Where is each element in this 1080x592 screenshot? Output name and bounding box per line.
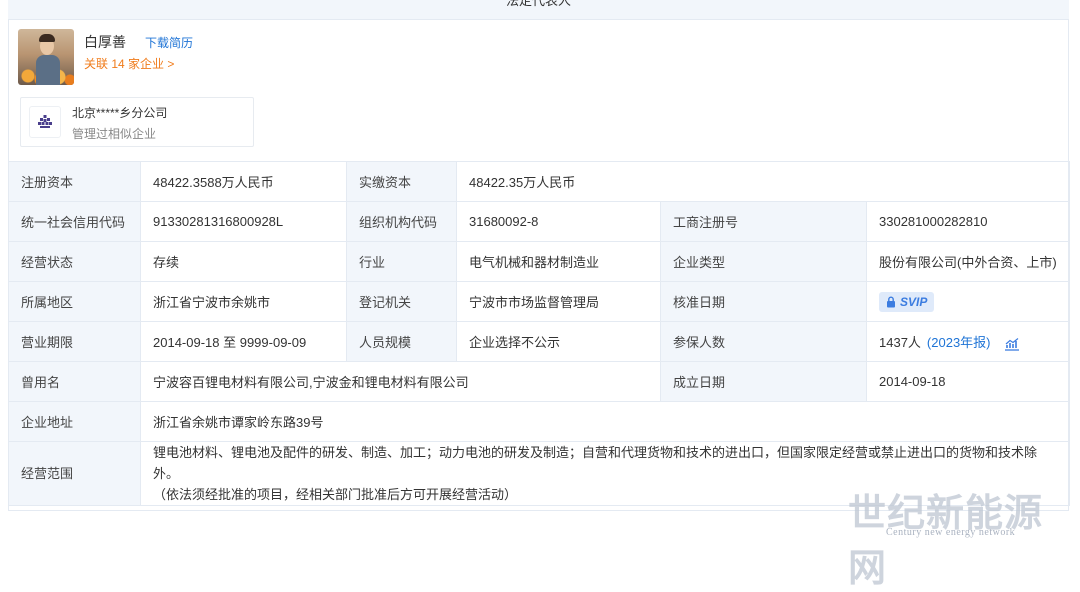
rep-name[interactable]: 白厚善 [84, 32, 126, 52]
org-code-label: 组织机构代码 [346, 201, 457, 242]
reg-capital-label: 注册资本 [8, 161, 141, 202]
table-row: 营业期限 2014-09-18 至 9999-09-09 人员规模 企业选择不公… [8, 321, 1071, 362]
industry-value: 电气机械和器材制造业 [456, 241, 661, 282]
former-name-label: 曾用名 [8, 361, 141, 402]
company-type-label: 企业类型 [660, 241, 867, 282]
industry-label: 行业 [346, 241, 457, 282]
address-value: 浙江省余姚市谭家岭东路39号 [139, 401, 1071, 442]
authority-value: 宁波市市场监督管理局 [456, 281, 661, 322]
business-scope-line-2: （依法须经批准的项目，经相关部门批准后方可开展经营活动） [153, 487, 518, 502]
company-type-value: 股份有限公司(中外合资、上市) [865, 241, 1071, 282]
table-row: 企业地址 浙江省余姚市谭家岭东路39号 [8, 401, 1071, 442]
legal-rep-header: 法定代表人 [8, 0, 1069, 20]
biz-reg-label: 工商注册号 [660, 201, 867, 242]
related-companies-link[interactable]: 关联 14 家企业 > [84, 55, 174, 72]
biz-reg-value: 330281000282810 [865, 201, 1071, 242]
company-info-table: 注册资本 48422.3588万人民币 实缴资本 48422.35万人民币 统一… [8, 161, 1071, 506]
insured-count-cell: 1437人 (2023年报) [865, 321, 1071, 362]
annual-report-link[interactable]: (2023年报) [927, 335, 991, 350]
region-label: 所属地区 [8, 281, 141, 322]
table-row: 所属地区 浙江省宁波市余姚市 登记机关 宁波市市场监督管理局 核准日期 SVIP [8, 281, 1071, 322]
staff-size-value: 企业选择不公示 [456, 321, 661, 362]
status-label: 经营状态 [8, 241, 141, 282]
credit-code-label: 统一社会信用代码 [8, 201, 141, 242]
similar-company-card[interactable]: 北京*****乡分公司 管理过相似企业 [20, 97, 254, 147]
staff-size-label: 人员规模 [346, 321, 457, 362]
business-term-label: 营业期限 [8, 321, 141, 362]
credit-code-value: 91330281316800928L [140, 201, 347, 242]
business-scope-line-1: 锂电池材料、锂电池及配件的研发、制造、加工；动力电池的研发及制造；自营和代理货物… [153, 445, 1038, 481]
status-value: 存续 [140, 241, 347, 282]
paid-capital-label: 实缴资本 [346, 161, 457, 202]
similar-company-subtitle: 管理过相似企业 [72, 127, 157, 141]
avatar-hair [39, 34, 55, 42]
business-scope-value: 锂电池材料、锂电池及配件的研发、制造、加工；动力电池的研发及制造；自营和代理货物… [139, 441, 1071, 506]
similar-company-title: 北京*****乡分公司 [72, 106, 168, 120]
business-scope-label: 经营范围 [8, 441, 141, 506]
paid-capital-value: 48422.35万人民币 [455, 161, 1071, 202]
svip-label: SVIP [900, 294, 928, 309]
legal-rep-header-text: 法定代表人 [505, 0, 571, 8]
watermark-en: Century new energy network [886, 527, 1016, 538]
former-name-value: 宁波容百锂电材料有限公司,宁波金和锂电材料有限公司 [140, 361, 661, 402]
svip-badge[interactable]: SVIP [879, 291, 935, 312]
business-term-value: 2014-09-18 至 9999-09-09 [140, 321, 347, 362]
rep-avatar[interactable] [18, 29, 74, 85]
insured-count-label: 参保人数 [660, 321, 867, 362]
org-code-value: 31680092-8 [456, 201, 661, 242]
region-value: 浙江省宁波市余姚市 [140, 281, 347, 322]
table-row: 曾用名 宁波容百锂电材料有限公司,宁波金和锂电材料有限公司 成立日期 2014-… [8, 361, 1071, 402]
authority-label: 登记机关 [346, 281, 457, 322]
address-label: 企业地址 [8, 401, 141, 442]
company-logo-icon [29, 106, 61, 138]
table-row: 经营状态 存续 行业 电气机械和器材制造业 企业类型 股份有限公司(中外合资、上… [8, 241, 1071, 282]
approval-date-value: SVIP [865, 281, 1071, 322]
reg-capital-value: 48422.3588万人民币 [140, 161, 347, 202]
lock-icon [887, 296, 895, 307]
insured-count-value: 1437人 [879, 335, 921, 350]
download-resume-link[interactable]: 下载简历 [145, 34, 193, 51]
table-row: 统一社会信用代码 91330281316800928L 组织机构代码 31680… [8, 201, 1071, 242]
table-row: 经营范围 锂电池材料、锂电池及配件的研发、制造、加工；动力电池的研发及制造；自营… [8, 441, 1071, 506]
established-date-label: 成立日期 [660, 361, 867, 402]
approval-date-label: 核准日期 [660, 281, 867, 322]
trend-chart-icon[interactable] [1004, 337, 1020, 351]
table-row: 注册资本 48422.3588万人民币 实缴资本 48422.35万人民币 [8, 161, 1071, 202]
established-date-value: 2014-09-18 [865, 361, 1071, 402]
avatar-shirt [36, 55, 60, 85]
